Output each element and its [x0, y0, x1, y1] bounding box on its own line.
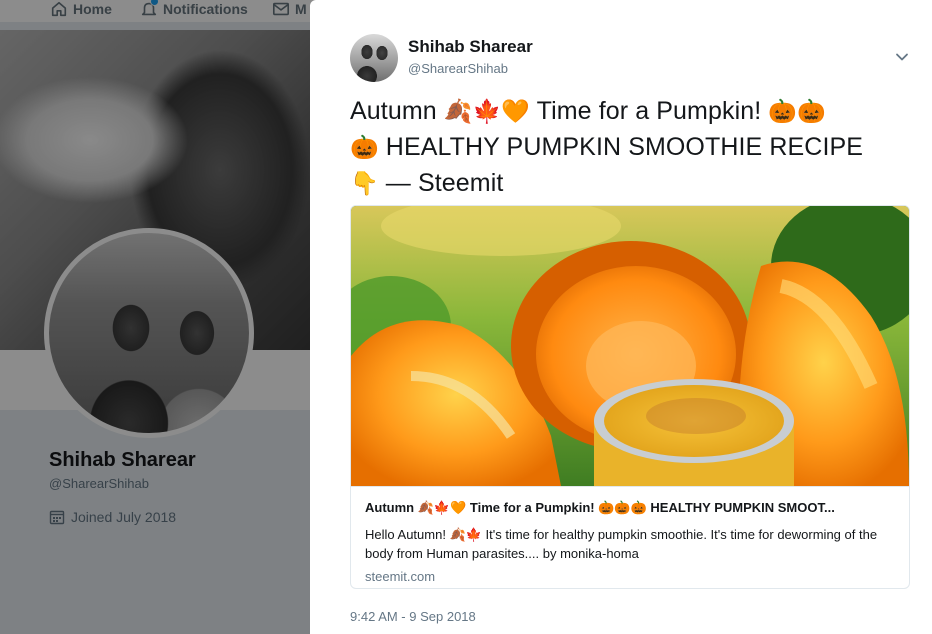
tweet-emoji-point-down: 👇	[350, 171, 379, 197]
chevron-down-icon	[896, 53, 908, 61]
tweet-text-line1-start: Autumn	[350, 97, 444, 125]
card-image-pumpkin-smoothie[interactable]	[351, 206, 909, 486]
tweet-timestamp[interactable]: 9:42 AM - 9 Sep 2018	[350, 609, 476, 624]
card-description: Hello Autumn! 🍂🍁 It's time for healthy p…	[365, 527, 878, 561]
pumpkin-illustration	[351, 206, 909, 486]
card-title: Autumn 🍂🍁🧡 Time for a Pumpkin! 🎃🎃🎃 HEALT…	[365, 500, 835, 515]
tweet-emoji-pumpkin: 🎃	[350, 135, 379, 161]
tweet-emoji-pumpkins: 🎃🎃	[768, 99, 826, 125]
tweet-text-line1-end: Time for a Pumpkin!	[530, 97, 769, 125]
author-name[interactable]: Shihab Sharear	[408, 37, 533, 57]
tweet-emoji-leaves-heart: 🍂🍁🧡	[443, 99, 531, 125]
link-card[interactable]: Autumn 🍂🍁🧡 Time for a Pumpkin! 🎃🎃🎃 HEALT…	[350, 205, 910, 589]
card-body[interactable]: Autumn 🍂🍁🧡 Time for a Pumpkin! 🎃🎃🎃 HEALT…	[351, 486, 909, 588]
author-handle[interactable]: @SharearShihab	[408, 61, 508, 76]
tweet-text: Autumn 🍂🍁🧡 Time for a Pumpkin! 🎃🎃 🎃 HEAL…	[350, 94, 910, 202]
tweet-text-line3: — Steemit	[378, 169, 504, 197]
card-domain: steemit.com	[365, 569, 436, 584]
tweet-modal: Shihab Sharear @SharearShihab Autumn 🍂🍁🧡…	[310, 0, 932, 634]
author-avatar[interactable]	[350, 34, 398, 82]
tweet-menu-button[interactable]	[892, 47, 912, 67]
tweet-text-line2: HEALTHY PUMPKIN SMOOTHIE RECIPE	[378, 133, 864, 161]
